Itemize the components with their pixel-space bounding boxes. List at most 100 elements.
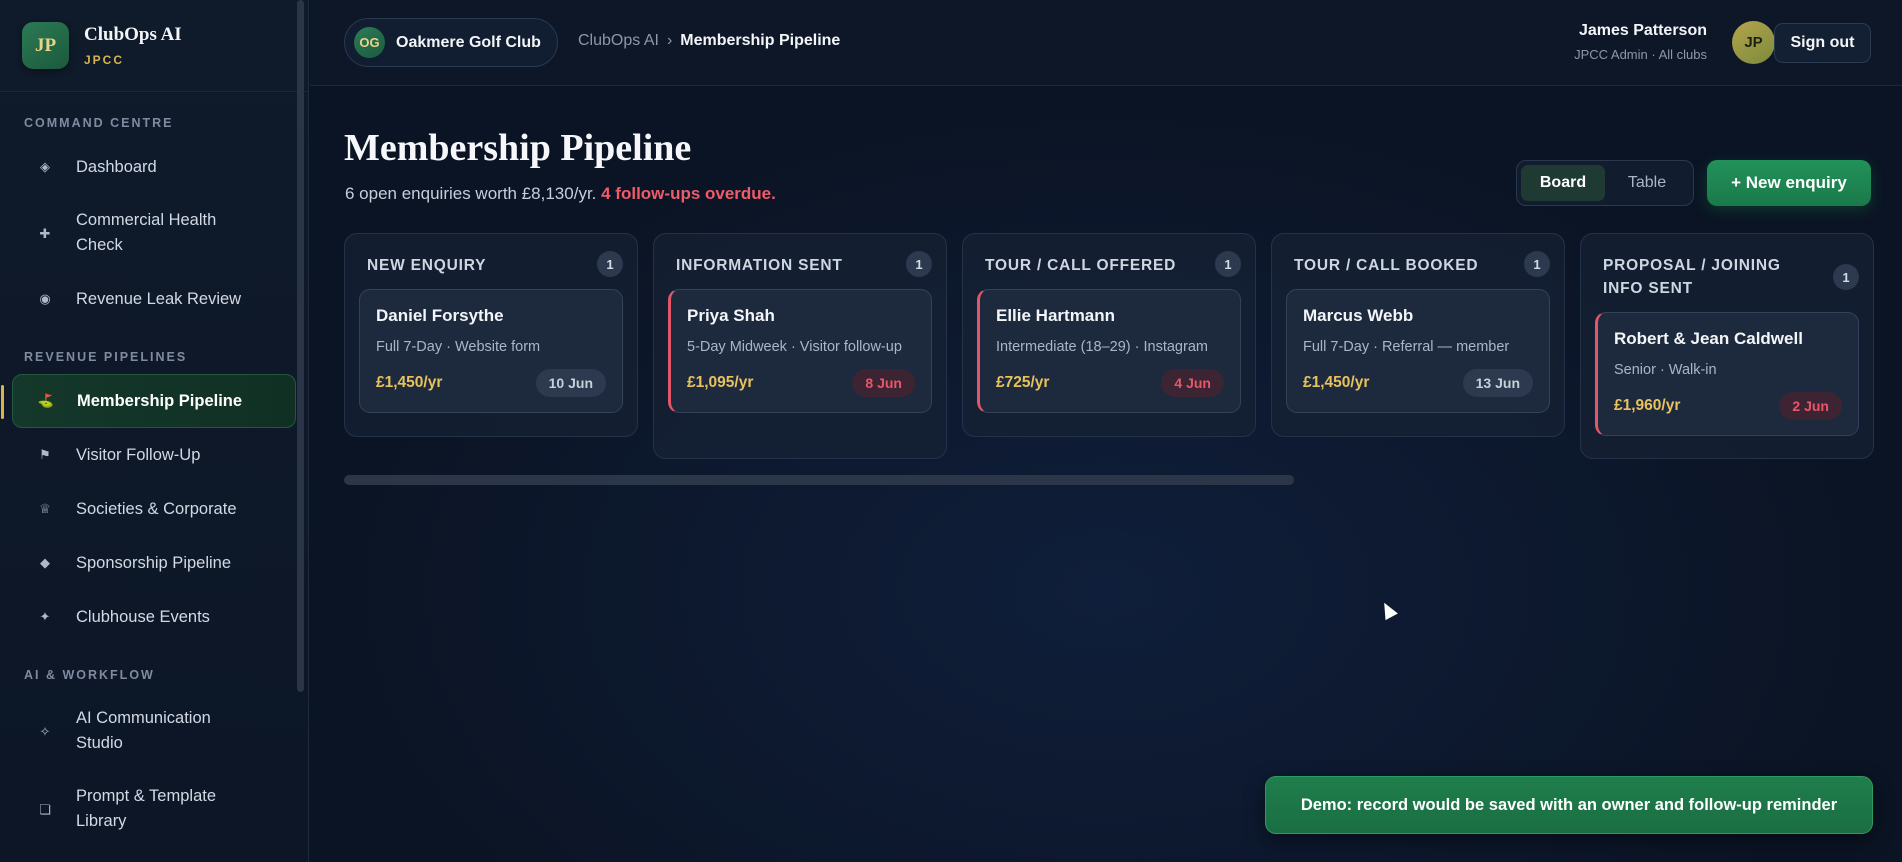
plus-icon: ✚ xyxy=(39,225,51,241)
card-value: £1,450/yr xyxy=(1303,374,1370,391)
golf-flag-icon: ⛳ xyxy=(37,393,55,408)
card-name: Robert & Jean Caldwell xyxy=(1614,329,1803,348)
sparkle-outline-icon: ✧ xyxy=(39,723,51,739)
breadcrumb-current: Membership Pipeline xyxy=(680,32,841,49)
enquiry-card[interactable]: Robert & Jean Caldwell Senior · Walk-in … xyxy=(1595,312,1859,436)
breadcrumb-separator: › xyxy=(666,32,673,49)
sidebar-item-membership-pipeline[interactable]: ⛳ Membership Pipeline xyxy=(1,374,296,428)
sidebar-item-visitor-follow-up[interactable]: ⚑ Visitor Follow-Up xyxy=(12,428,296,482)
crown-icon: ♕ xyxy=(39,501,51,516)
card-name: Priya Shah xyxy=(687,306,775,325)
sidebar-item-ai-communication-studio[interactable]: ✧ AI Communication Studio xyxy=(12,692,296,770)
nav-section-ai-workflow: AI & WORKFLOW xyxy=(24,668,155,682)
sidebar-item-societies-corporate[interactable]: ♕ Societies & Corporate xyxy=(12,482,296,536)
view-table-button[interactable]: Table xyxy=(1605,165,1689,201)
view-toggle: Board Table xyxy=(1516,160,1694,206)
target-icon: ◉ xyxy=(39,291,51,306)
avatar[interactable]: JP xyxy=(1732,21,1775,64)
card-value: £1,450/yr xyxy=(376,374,443,391)
club-avatar: OG xyxy=(354,27,385,58)
diamond-icon: ◆ xyxy=(40,555,50,570)
board-horizontal-scrollbar[interactable] xyxy=(344,475,1294,485)
flag-icon: ⚑ xyxy=(39,447,51,462)
pipeline-column: INFORMATION SENT 1 Priya Shah 5-Day Midw… xyxy=(653,233,947,459)
user-name: James Patterson xyxy=(1578,22,1707,39)
card-meta: 5-Day Midweek · Visitor follow-up xyxy=(687,339,902,355)
enquiry-card[interactable]: Priya Shah 5-Day Midweek · Visitor follo… xyxy=(668,289,932,413)
page-title: Membership Pipeline xyxy=(344,127,692,169)
pipeline-column: TOUR / CALL OFFERED 1 Ellie Hartmann Int… xyxy=(962,233,1256,437)
brand-name: ClubOps AI xyxy=(84,24,182,45)
column-count-badge: 1 xyxy=(906,251,932,277)
nav-section-command-centre: COMMAND CENTRE xyxy=(24,116,174,130)
enquiry-card[interactable]: Daniel Forsythe Full 7-Day · Website for… xyxy=(359,289,623,413)
user-role: JPCC Admin · All clubs xyxy=(1574,47,1707,62)
card-value: £725/yr xyxy=(996,374,1050,391)
pipeline-column: TOUR / CALL BOOKED 1 Marcus Webb Full 7-… xyxy=(1271,233,1565,437)
pipeline-column: PROPOSAL / JOINING INFO SENT 1 Robert & … xyxy=(1580,233,1874,459)
card-name: Ellie Hartmann xyxy=(996,306,1116,325)
sidebar-item-revenue-leak-review[interactable]: ◉ Revenue Leak Review xyxy=(12,272,296,326)
sidebar-item-label: Commercial Health Check xyxy=(76,211,217,254)
breadcrumb: ClubOps AI › Membership Pipeline xyxy=(578,32,840,50)
brand[interactable]: JP ClubOps AI JPCC xyxy=(0,0,308,92)
brand-logo: JP xyxy=(22,22,69,69)
sidebar-item-label: Prompt & Template Library xyxy=(76,787,217,830)
column-title: TOUR / CALL BOOKED xyxy=(1294,257,1479,274)
sidebar-item-label: Membership Pipeline xyxy=(77,391,243,410)
column-count-badge: 1 xyxy=(1524,251,1550,277)
brand-sub: JPCC xyxy=(84,53,125,67)
enquiry-card[interactable]: Marcus Webb Full 7-Day · Referral — memb… xyxy=(1286,289,1550,413)
club-switcher[interactable]: OG Oakmere Golf Club xyxy=(344,18,558,67)
card-name: Marcus Webb xyxy=(1303,306,1414,325)
column-title: INFORMATION SENT xyxy=(676,257,843,274)
diamond-outline-icon: ◈ xyxy=(40,159,50,174)
card-date-badge: 10 Jun xyxy=(535,369,606,397)
sidebar-item-commercial-health-check[interactable]: ✚ Commercial Health Check xyxy=(12,194,296,272)
nav-section-revenue-pipelines: REVENUE PIPELINES xyxy=(24,350,188,364)
card-value: £1,960/yr xyxy=(1614,397,1681,414)
sidebar-item-label: AI Communication Studio xyxy=(76,709,211,752)
card-meta: Full 7-Day · Website form xyxy=(376,339,541,355)
sparkle-icon: ✦ xyxy=(39,609,51,624)
column-count-badge: 1 xyxy=(597,251,623,277)
view-board-button[interactable]: Board xyxy=(1521,165,1605,201)
breadcrumb-root[interactable]: ClubOps AI xyxy=(578,32,659,49)
sign-out-button[interactable]: Sign out xyxy=(1774,23,1871,63)
column-count-badge: 1 xyxy=(1833,264,1859,290)
card-date-badge: 2 Jun xyxy=(1779,392,1842,420)
card-meta: Senior · Walk-in xyxy=(1614,362,1717,378)
new-enquiry-button[interactable]: + New enquiry xyxy=(1707,160,1871,206)
card-date-badge: 4 Jun xyxy=(1161,369,1224,397)
sidebar-item-sponsorship-pipeline[interactable]: ◆ Sponsorship Pipeline xyxy=(12,536,296,590)
sidebar: JP ClubOps AI JPCC COMMAND CENTRE ◈ Dash… xyxy=(0,0,309,862)
column-title: NEW ENQUIRY xyxy=(367,257,487,274)
pipeline-summary: 6 open enquiries worth £8,130/yr. xyxy=(345,184,597,203)
sidebar-item-label: Dashboard xyxy=(76,157,157,176)
column-title: PROPOSAL / JOINING INFO SENT xyxy=(1603,257,1781,297)
sidebar-item-clubhouse-events[interactable]: ✦ Clubhouse Events xyxy=(12,590,296,644)
sidebar-item-dashboard[interactable]: ◈ Dashboard xyxy=(12,140,296,194)
card-meta: Intermediate (18–29) · Instagram xyxy=(996,339,1208,355)
card-date-badge: 8 Jun xyxy=(852,369,915,397)
sidebar-scrollbar[interactable] xyxy=(297,0,304,692)
card-date-badge: 13 Jun xyxy=(1462,369,1533,397)
sidebar-item-label: Visitor Follow-Up xyxy=(76,445,201,464)
sidebar-item-label: Clubhouse Events xyxy=(76,607,210,626)
card-value: £1,095/yr xyxy=(687,374,754,391)
toast-notification: Demo: record would be saved with an owne… xyxy=(1265,776,1873,834)
top-header: OG Oakmere Golf Club ClubOps AI › Membersh… xyxy=(310,0,1902,86)
page-subtitle: 6 open enquiries worth £8,130/yr. 4 foll… xyxy=(345,184,776,204)
user-info: James Patterson JPCC Admin · All clubs xyxy=(1574,22,1707,62)
sidebar-item-prompt-template-library[interactable]: ❏ Prompt & Template Library xyxy=(12,770,296,848)
column-count-badge: 1 xyxy=(1215,251,1241,277)
copy-icon: ❏ xyxy=(39,801,51,817)
column-title: TOUR / CALL OFFERED xyxy=(985,257,1177,274)
enquiry-card[interactable]: Ellie Hartmann Intermediate (18–29) · In… xyxy=(977,289,1241,413)
pipeline-column: NEW ENQUIRY 1 Daniel Forsythe Full 7-Day… xyxy=(344,233,638,437)
overdue-summary: 4 follow-ups overdue. xyxy=(601,184,776,203)
main-content: Membership Pipeline 6 open enquiries wor… xyxy=(310,86,1902,862)
card-name: Daniel Forsythe xyxy=(376,306,504,325)
card-meta: Full 7-Day · Referral — member xyxy=(1303,339,1510,355)
sidebar-item-label: Societies & Corporate xyxy=(76,499,237,518)
